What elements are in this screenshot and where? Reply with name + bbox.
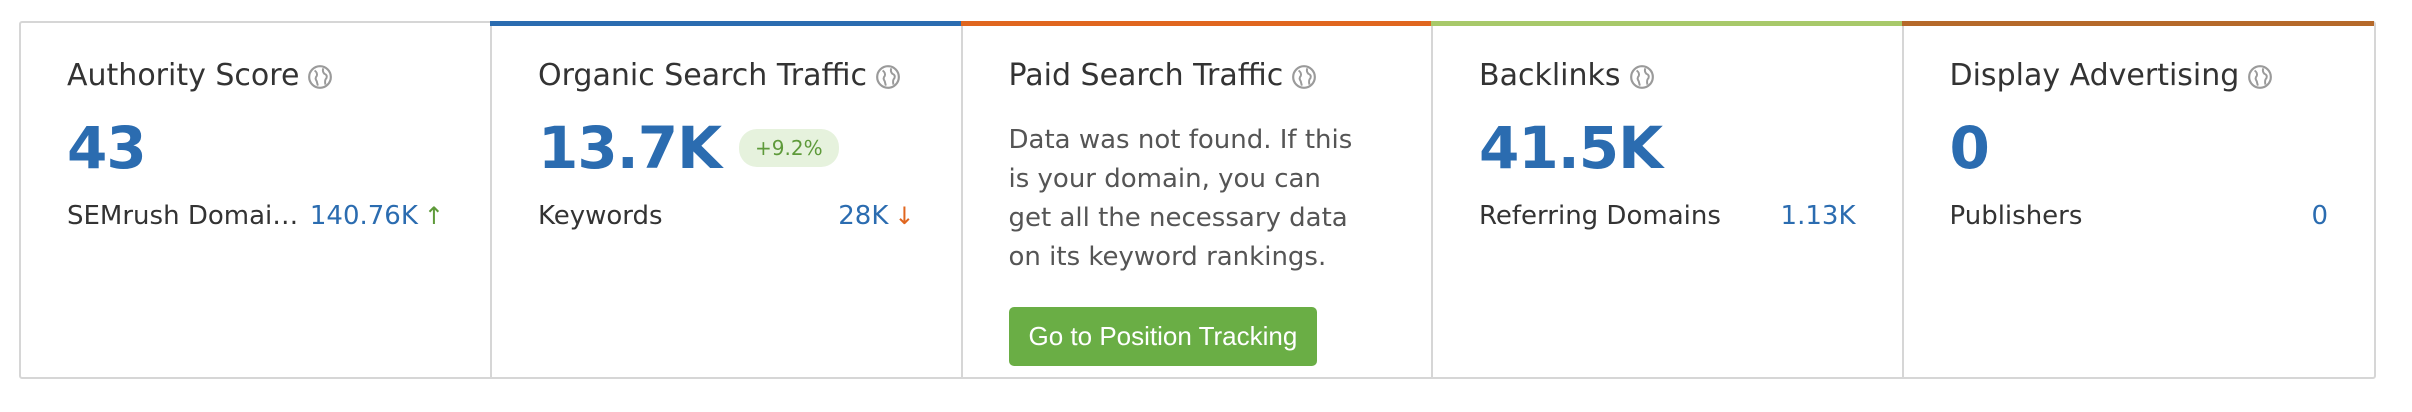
display-advertising-card: Display Advertising 0 Publishers 0 bbox=[1901, 21, 2374, 377]
arrow-up-icon: ↑ bbox=[423, 202, 444, 230]
keywords-label: Keywords bbox=[538, 201, 663, 231]
no-data-message: Data was not found. If this is your doma… bbox=[1008, 125, 1353, 272]
publishers-value[interactable]: 0 bbox=[2311, 201, 2328, 231]
display-value-row: 0 bbox=[1950, 113, 2329, 183]
authority-score-title: Authority Score bbox=[67, 57, 300, 93]
organic-traffic-value[interactable]: 13.7K bbox=[538, 114, 722, 182]
backlinks-header: Backlinks bbox=[1479, 51, 1856, 99]
globe-icon[interactable] bbox=[2247, 64, 2273, 90]
authority-score-header: Authority Score bbox=[67, 51, 444, 99]
semrush-domain-rank-label: SEMrush Domain… bbox=[67, 201, 310, 231]
paid-header: Paid Search Traffic bbox=[1009, 51, 1386, 99]
backlinks-title: Backlinks bbox=[1479, 57, 1621, 93]
display-accent-bar bbox=[1901, 21, 2374, 26]
authority-score-sub-row: SEMrush Domain… 140.76K ↑ bbox=[67, 201, 444, 231]
backlinks-accent-bar bbox=[1431, 21, 1902, 26]
referring-domains-value[interactable]: 1.13K bbox=[1781, 201, 1856, 231]
authority-score-card: Authority Score 43 SEMrush Domain… 140.7… bbox=[21, 23, 492, 377]
paid-title: Paid Search Traffic bbox=[1008, 57, 1284, 93]
display-sub-row: Publishers 0 bbox=[1950, 201, 2329, 231]
organic-title: Organic Search Traffic bbox=[538, 57, 867, 93]
organic-change-badge: +9.2% bbox=[739, 129, 839, 167]
organic-search-traffic-card: Organic Search Traffic 13.7K +9.2% Keywo… bbox=[490, 21, 963, 377]
display-ads-value[interactable]: 0 bbox=[1950, 114, 1990, 182]
authority-score-value-row: 43 bbox=[67, 113, 444, 183]
globe-icon[interactable] bbox=[307, 64, 333, 90]
semrush-domain-rank-value: 140.76K bbox=[309, 201, 418, 231]
overview-panel: Authority Score 43 SEMrush Domain… 140.7… bbox=[19, 21, 2376, 379]
semrush-domain-rank-value-link[interactable]: 140.76K ↑ bbox=[310, 201, 444, 231]
paid-accent-bar bbox=[960, 21, 1431, 26]
publishers-label: Publishers bbox=[1949, 201, 2083, 231]
organic-accent-bar bbox=[490, 21, 961, 26]
globe-icon[interactable] bbox=[875, 64, 901, 90]
paid-search-traffic-card: Paid Search Traffic Data was not found. … bbox=[960, 21, 1433, 377]
referring-domains-label: Referring Domains bbox=[1479, 201, 1721, 231]
arrow-down-icon: ↓ bbox=[894, 202, 915, 230]
organic-value-row: 13.7K +9.2% bbox=[538, 113, 915, 183]
organic-header: Organic Search Traffic bbox=[538, 51, 915, 99]
backlinks-value-row: 41.5K bbox=[1479, 113, 1856, 183]
globe-icon[interactable] bbox=[1291, 64, 1317, 90]
display-header: Display Advertising bbox=[1950, 51, 2329, 99]
display-title: Display Advertising bbox=[1949, 57, 2240, 93]
keywords-value-link[interactable]: 28K ↓ bbox=[838, 201, 914, 231]
organic-sub-row: Keywords 28K ↓ bbox=[538, 201, 915, 231]
authority-score-value[interactable]: 43 bbox=[67, 114, 147, 182]
globe-icon[interactable] bbox=[1629, 64, 1655, 90]
backlinks-card: Backlinks 41.5K Referring Domains 1.13K bbox=[1431, 21, 1904, 377]
backlinks-sub-row: Referring Domains 1.13K bbox=[1479, 201, 1856, 231]
keywords-value: 28K bbox=[838, 201, 889, 231]
go-to-position-tracking-button[interactable]: Go to Position Tracking bbox=[1008, 307, 1318, 366]
backlinks-value[interactable]: 41.5K bbox=[1479, 114, 1663, 182]
